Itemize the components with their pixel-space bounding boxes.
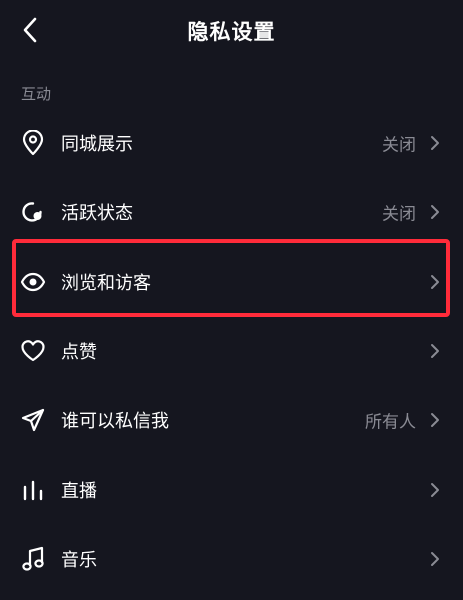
settings-row-active-status[interactable]: 活跃状态 关闭 <box>0 181 463 243</box>
settings-row-live[interactable]: 直播 <box>0 459 463 521</box>
page-title: 隐私设置 <box>187 20 276 44</box>
chevron-right-icon <box>431 344 439 358</box>
settings-row-label: 同城展示 <box>61 134 133 155</box>
settings-row-label: 音乐 <box>61 550 97 571</box>
header: 隐私设置 <box>0 0 463 60</box>
settings-row-likes[interactable]: 点赞 <box>0 320 463 382</box>
settings-row-label: 谁可以私信我 <box>61 411 169 432</box>
settings-row-value: 关闭 <box>382 204 416 225</box>
activity-status-icon <box>20 199 46 225</box>
settings-row-label: 直播 <box>61 481 97 502</box>
bar-chart-icon <box>20 477 46 503</box>
chevron-right-icon <box>431 552 439 566</box>
highlight-box <box>12 239 450 317</box>
settings-row-value: 关闭 <box>382 135 416 156</box>
chevron-right-icon <box>431 136 439 150</box>
send-icon <box>20 407 46 433</box>
settings-row-label: 点赞 <box>61 342 97 363</box>
settings-row-value: 所有人 <box>365 412 416 433</box>
section-label: 互动 <box>21 85 52 103</box>
settings-row-nearby-display[interactable]: 同城展示 关闭 <box>0 112 463 174</box>
privacy-settings-screen: 隐私设置 互动 同城展示 关闭 活跃状态 关闭 浏览和访客 点赞 谁可以私信我 … <box>0 0 463 600</box>
chevron-right-icon <box>431 483 439 497</box>
settings-row-label: 活跃状态 <box>61 203 133 224</box>
chevron-right-icon <box>431 205 439 219</box>
location-pin-icon <box>20 130 46 156</box>
music-note-icon <box>20 546 46 572</box>
chevron-right-icon <box>431 413 439 427</box>
heart-icon <box>20 338 46 364</box>
settings-row-direct-messages[interactable]: 谁可以私信我 所有人 <box>0 389 463 451</box>
settings-row-music[interactable]: 音乐 <box>0 528 463 590</box>
